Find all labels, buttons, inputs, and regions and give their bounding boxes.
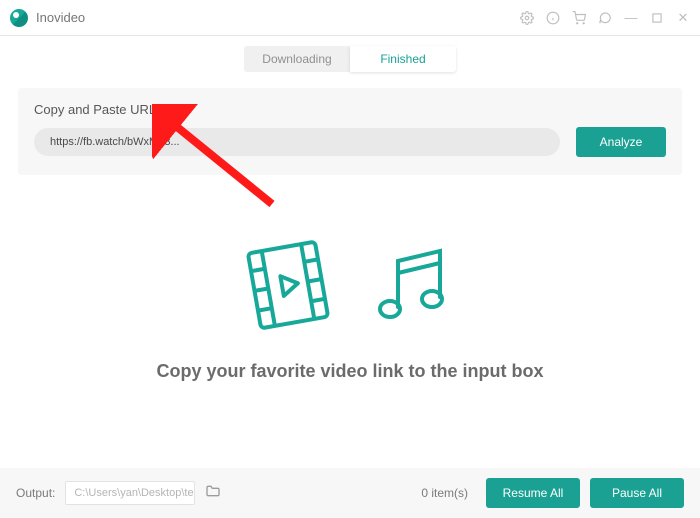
empty-state-hint: Copy your favorite video link to the inp…: [0, 361, 700, 382]
url-input[interactable]: [34, 128, 560, 156]
cart-icon[interactable]: [572, 11, 586, 25]
close-icon[interactable]: ✕: [676, 11, 690, 25]
tabs: Downloading Finished: [0, 46, 700, 72]
resume-all-button[interactable]: Resume All: [486, 478, 580, 508]
tab-finished[interactable]: Finished: [350, 46, 456, 72]
title-bar: Inovideo — ✕: [0, 0, 700, 36]
empty-state: Copy your favorite video link to the inp…: [0, 235, 700, 382]
pause-all-button[interactable]: Pause All: [590, 478, 684, 508]
items-count: 0 item(s): [421, 486, 468, 500]
output-label: Output:: [16, 486, 55, 500]
window-controls: — ✕: [520, 11, 690, 25]
analyze-button[interactable]: Analyze: [576, 127, 666, 157]
url-panel: Copy and Paste URL here: Analyze: [18, 88, 682, 175]
app-title: Inovideo: [36, 10, 85, 25]
settings-gear-icon[interactable]: [520, 11, 534, 25]
app-logo-icon: [10, 9, 28, 27]
tab-downloading[interactable]: Downloading: [244, 46, 350, 72]
info-icon[interactable]: [546, 11, 560, 25]
minimize-icon[interactable]: —: [624, 11, 638, 25]
url-label: Copy and Paste URL here:: [34, 102, 666, 117]
bottom-bar: Output: C:\Users\yan\Desktop\te... 0 ite…: [0, 468, 700, 518]
feedback-icon[interactable]: [598, 11, 612, 25]
video-clip-icon: [240, 235, 336, 335]
maximize-icon[interactable]: [650, 11, 664, 25]
music-note-icon: [364, 237, 460, 333]
open-folder-icon[interactable]: [205, 483, 223, 504]
output-path-field[interactable]: C:\Users\yan\Desktop\te...: [65, 481, 195, 505]
